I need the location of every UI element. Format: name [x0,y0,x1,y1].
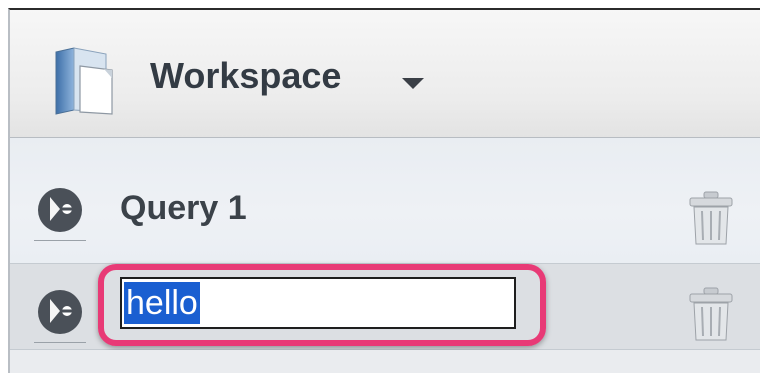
workspace-header: Workspace [10,10,760,138]
query-icon-underline [34,342,86,343]
workspace-panel: Workspace Query 1 hello hello [8,8,760,373]
chevron-down-icon[interactable] [402,78,424,89]
query-row-editing[interactable]: hello [10,264,760,350]
query-name[interactable]: Query 1 [120,188,247,228]
screenshot-frame: Workspace Query 1 hello hello [0,0,760,373]
query-list-remainder [10,350,760,373]
query-icon [38,188,82,232]
workspace-title[interactable]: Workspace [150,54,341,98]
query-icon-underline [34,240,86,241]
rename-query-input[interactable] [120,277,516,329]
trash-icon[interactable] [686,190,736,246]
trash-icon[interactable] [686,286,736,342]
query-row[interactable]: Query 1 [10,138,760,264]
workspace-book-icon [55,47,113,115]
query-icon [38,290,82,334]
